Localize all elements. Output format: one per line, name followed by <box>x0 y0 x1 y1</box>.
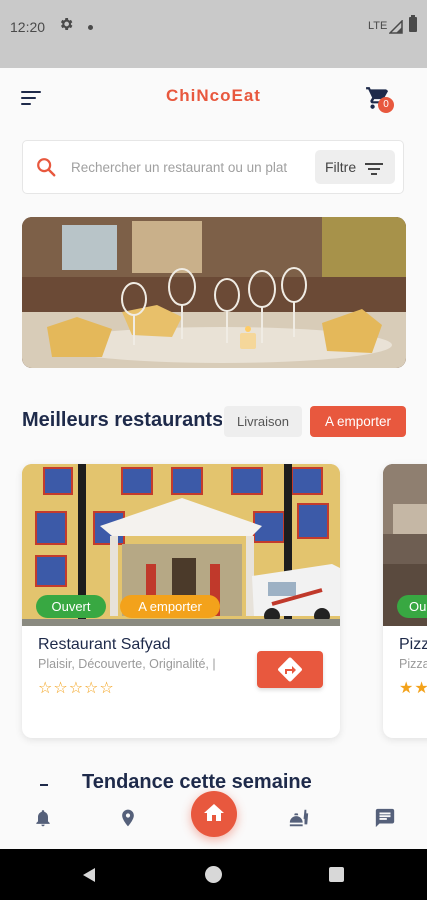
chat-icon[interactable] <box>374 807 396 833</box>
food-icon[interactable] <box>288 807 310 833</box>
notification-dot-icon <box>88 25 93 30</box>
recents-icon[interactable] <box>329 867 344 882</box>
directions-button[interactable] <box>257 651 323 688</box>
network-type: LTE <box>368 20 388 32</box>
restaurant-card[interactable]: Ouvert A emporter Restaurant Safyad Plai… <box>22 464 340 738</box>
app-screen: ChiNcoEat 0 Filtre <box>0 68 427 849</box>
home-button[interactable] <box>191 791 237 837</box>
status-bar: 12:20 LTE <box>0 0 427 68</box>
status-badge: Ouvert <box>36 595 106 618</box>
cart-count-badge: 0 <box>378 97 394 113</box>
system-navigation-bar <box>0 849 427 900</box>
takeaway-badge: A emporter <box>120 595 220 618</box>
status-time: 12:20 <box>10 19 46 35</box>
best-restaurants-title: Meilleurs restaurants <box>22 409 222 431</box>
search-input[interactable] <box>71 157 303 177</box>
trending-title: Tendance cette semaine <box>82 771 312 793</box>
search-icon <box>35 156 57 182</box>
search-bar: Filtre <box>22 140 404 194</box>
home-circle-icon[interactable] <box>205 866 222 883</box>
app-title: ChiNcoEat <box>166 86 261 105</box>
restaurant-description: Pizza <box>399 657 427 671</box>
restaurant-name: Restaurant Safyad <box>38 636 171 653</box>
back-icon[interactable] <box>80 866 98 888</box>
restaurant-description: Plaisir, Découverte, Originalité, | <box>38 657 216 671</box>
restaurant-name: Pizz <box>399 636 427 653</box>
rating-stars: ☆☆☆☆☆ <box>38 678 115 697</box>
filter-icon <box>365 161 383 180</box>
filter-button[interactable]: Filtre <box>315 150 395 184</box>
battery-icon <box>409 15 417 32</box>
home-icon <box>202 801 226 829</box>
chip-livraison[interactable]: Livraison <box>224 406 302 437</box>
bottom-navigation <box>0 791 427 849</box>
signal-icon <box>388 19 403 38</box>
restaurant-card[interactable]: Ou Pizz Pizza ★★ <box>383 464 427 738</box>
filter-label: Filtre <box>325 159 357 175</box>
promo-banner-image[interactable] <box>22 217 406 368</box>
bell-icon[interactable] <box>33 807 53 833</box>
settings-gear-icon <box>58 16 74 36</box>
trending-marker <box>40 784 48 786</box>
status-badge: Ou <box>397 595 427 618</box>
chip-a-emporter[interactable]: A emporter <box>310 406 406 437</box>
rating-stars: ★★ <box>399 678 427 697</box>
location-icon[interactable] <box>118 807 138 833</box>
